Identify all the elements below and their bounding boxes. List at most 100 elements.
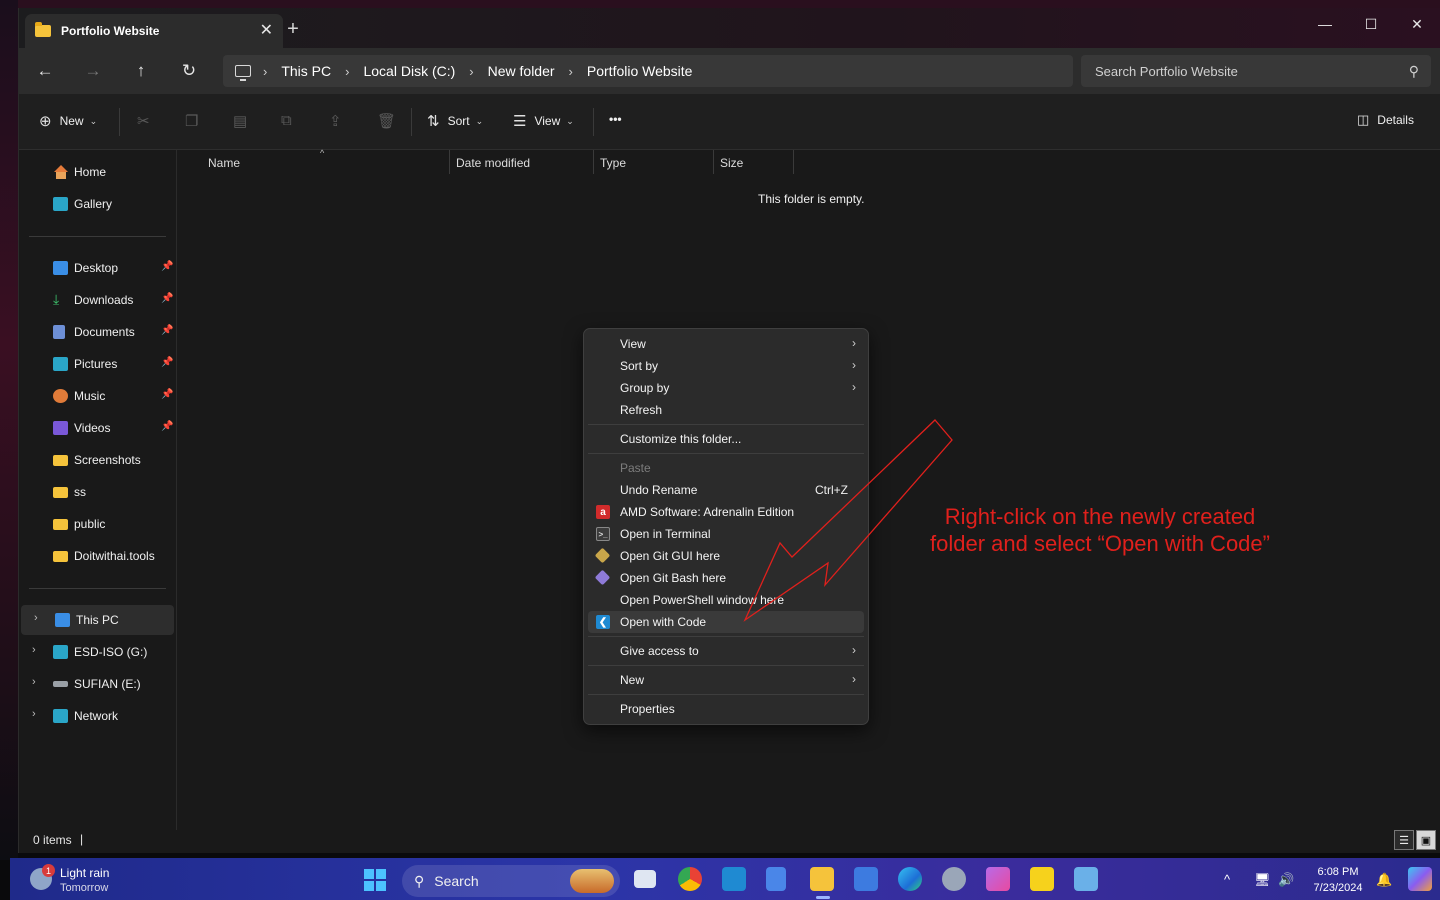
tab-title: Portfolio Website (61, 24, 160, 38)
microsoft-store-icon[interactable] (854, 867, 878, 891)
sidebar-item-network[interactable]: › Network (19, 701, 177, 731)
column-header-size[interactable]: Size (720, 156, 743, 170)
minimize-button[interactable]: — (1302, 8, 1348, 40)
clock[interactable]: 6:08 PM 7/23/2024 (1308, 864, 1368, 896)
column-divider[interactable] (449, 150, 450, 174)
column-header-name[interactable]: Name (208, 156, 240, 170)
share-button[interactable]: ⇪ (329, 112, 350, 130)
column-divider[interactable] (593, 150, 594, 174)
taskbar-search[interactable]: ⚲ Search (402, 865, 620, 897)
sidebar-item-videos[interactable]: Videos 📌 (19, 413, 177, 443)
column-divider[interactable] (713, 150, 714, 174)
chevron-right-icon: › (852, 358, 856, 372)
menu-item-give-access-to[interactable]: Give access to › (588, 640, 864, 662)
menu-item-sort-by[interactable]: Sort by › (588, 355, 864, 377)
pin-icon[interactable]: 📌 (161, 293, 173, 304)
chevron-right-icon: › (852, 672, 856, 686)
view-button[interactable]: ☰ View ⌄ (513, 112, 574, 130)
menu-item-view[interactable]: View › (588, 333, 864, 355)
copy-button[interactable]: ❐ (185, 112, 206, 130)
sort-button[interactable]: ⇅ Sort ⌄ (427, 112, 483, 130)
chevron-down-icon: ⌄ (475, 115, 484, 126)
pin-icon[interactable]: 📌 (161, 421, 173, 432)
start-button[interactable] (364, 869, 386, 891)
edge-icon[interactable] (898, 867, 922, 891)
paste-button[interactable]: ▤ (233, 112, 255, 130)
folder-icon (53, 487, 68, 498)
trash-icon: 🗑 (377, 113, 397, 130)
delete-button[interactable]: 🗑 (377, 112, 404, 130)
back-button[interactable]: ← (31, 58, 59, 84)
sidebar-item-screenshots[interactable]: Screenshots (19, 445, 177, 475)
sidebar-item-public[interactable]: public (19, 509, 177, 539)
sidebar-item-ss[interactable]: ss (19, 477, 177, 507)
pin-icon[interactable]: 📌 (161, 357, 173, 368)
settings-gear-icon[interactable] (942, 867, 966, 891)
chrome-icon[interactable] (678, 867, 702, 891)
sidebar-item-music[interactable]: Music 📌 (19, 381, 177, 411)
maximize-button[interactable]: ☐ (1348, 8, 1394, 40)
network-icon[interactable]: 🖥 (1254, 872, 1271, 888)
breadcrumb-portfolio-website[interactable]: Portfolio Website (587, 63, 693, 79)
sidebar-item-documents[interactable]: Documents 📌 (19, 317, 177, 347)
sidebar-item-this-pc[interactable]: › This PC (21, 605, 174, 635)
pin-icon[interactable]: 📌 (161, 389, 173, 400)
remote-desktop-icon[interactable] (1074, 867, 1098, 891)
breadcrumb-separator: › (469, 63, 474, 79)
tiles-view-button[interactable]: ▣ (1416, 830, 1436, 850)
weather-widget[interactable]: 1 Light rain Tomorrow (30, 864, 160, 896)
breadcrumb-local-disk[interactable]: Local Disk (C:) (363, 63, 455, 79)
cut-button[interactable]: ✂ (137, 112, 158, 130)
task-view-icon[interactable] (634, 870, 656, 888)
sidebar-item-esd-iso[interactable]: › ESD-ISO (G:) (19, 637, 177, 667)
sidebar-item-desktop[interactable]: Desktop 📌 (19, 253, 177, 283)
sidebar-item-pictures[interactable]: Pictures 📌 (19, 349, 177, 379)
sidebar-item-sufian[interactable]: › SUFIAN (E:) (19, 669, 177, 699)
videos-icon (53, 421, 68, 435)
column-header-type[interactable]: Type (600, 156, 626, 170)
file-explorer-taskbar-icon[interactable] (810, 867, 834, 891)
rename-button[interactable]: ⧉ (281, 112, 300, 129)
menu-item-properties[interactable]: Properties (588, 698, 864, 720)
search-input[interactable]: Search Portfolio Website ⚲ (1081, 55, 1431, 87)
search-icon: ⚲ (414, 872, 425, 889)
notification-bell-icon[interactable]: 🔔 (1376, 872, 1392, 888)
chevron-up-icon[interactable]: ^ (1224, 872, 1230, 887)
breadcrumb-this-pc[interactable]: This PC (281, 63, 331, 79)
chevron-right-icon[interactable]: › (32, 708, 36, 720)
vscode-taskbar-icon[interactable] (722, 867, 746, 891)
notepad-icon[interactable] (766, 867, 786, 891)
chevron-right-icon[interactable]: › (34, 612, 38, 624)
menu-item-new[interactable]: New › (588, 669, 864, 691)
pin-icon[interactable]: 📌 (161, 261, 173, 272)
new-tab-button[interactable]: + (281, 18, 305, 41)
sidebar-item-home[interactable]: Home (19, 157, 177, 187)
sidebar-item-label: Downloads (74, 293, 134, 307)
forward-button[interactable]: → (79, 58, 107, 84)
up-button[interactable]: ↑ (127, 58, 155, 84)
copilot-icon[interactable] (1408, 867, 1432, 891)
sidebar-item-doitwithai-tools[interactable]: Doitwithai.tools (19, 541, 177, 571)
details-view-button[interactable]: ☰ (1394, 830, 1414, 850)
close-tab-icon[interactable]: ✕ (260, 20, 273, 40)
usb-drive-icon (53, 681, 68, 687)
sticky-notes-icon[interactable] (1030, 867, 1054, 891)
details-pane-button[interactable]: ◫ Details (1357, 112, 1414, 128)
sidebar-item-gallery[interactable]: Gallery (19, 189, 177, 219)
column-divider[interactable] (793, 150, 794, 174)
pin-icon[interactable]: 📌 (161, 325, 173, 336)
tab-portfolio-website[interactable]: Portfolio Website ✕ (25, 14, 283, 48)
chevron-right-icon[interactable]: › (32, 644, 36, 656)
app-icon[interactable] (986, 867, 1010, 891)
chevron-right-icon[interactable]: › (32, 676, 36, 688)
close-window-button[interactable]: ✕ (1394, 8, 1440, 40)
new-button[interactable]: ⊕ New ⌄ (39, 112, 97, 130)
refresh-button[interactable]: ↻ (175, 58, 203, 84)
more-options-button[interactable]: ••• (609, 112, 622, 126)
volume-icon[interactable]: 🔊 (1278, 872, 1294, 888)
address-bar[interactable]: › This PC › Local Disk (C:) › New folder… (223, 55, 1073, 87)
column-header-date-modified[interactable]: Date modified (456, 156, 530, 170)
breadcrumb-new-folder[interactable]: New folder (488, 63, 555, 79)
sidebar-item-downloads[interactable]: ⤓ Downloads 📌 (19, 285, 177, 315)
menu-item-group-by[interactable]: Group by › (588, 377, 864, 399)
